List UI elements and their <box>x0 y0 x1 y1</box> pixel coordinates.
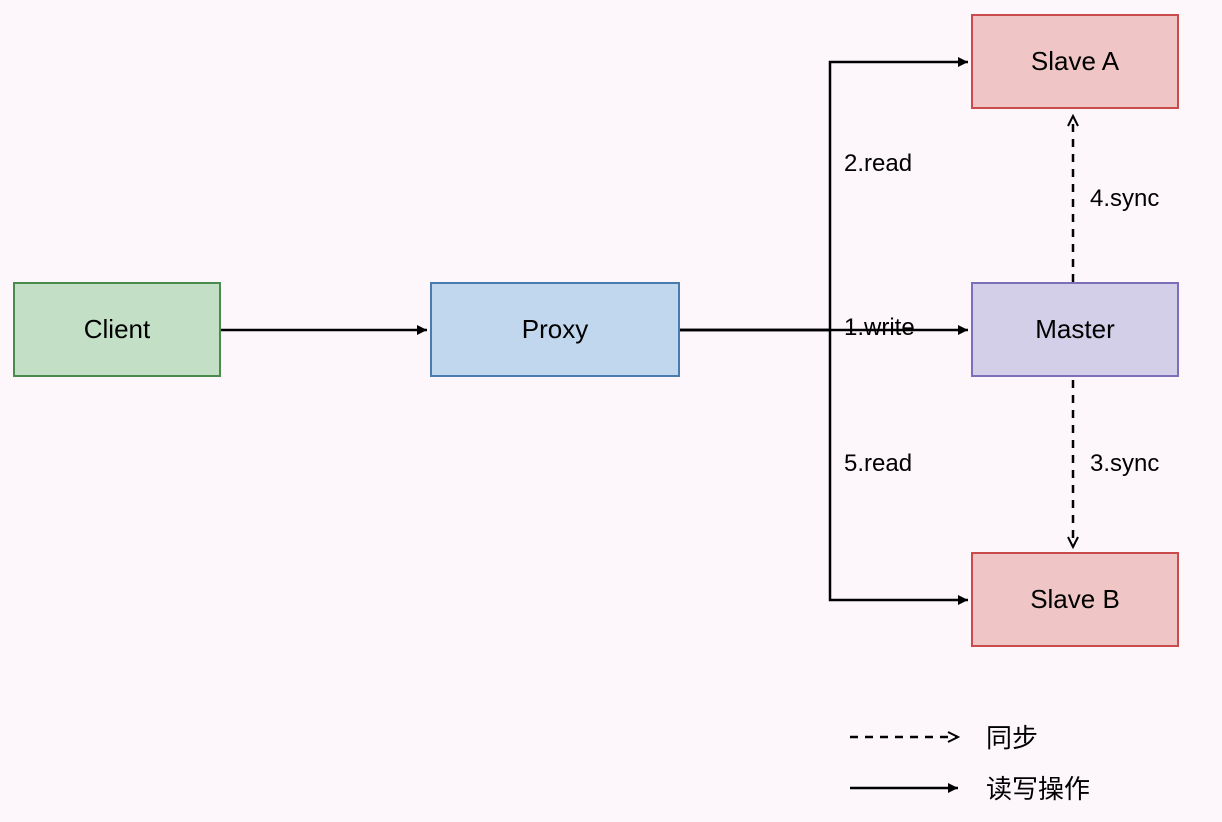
edge-label-write: 1.write <box>844 314 915 342</box>
edge-label-sync-a: 4.sync <box>1090 185 1159 213</box>
edge-proxy-slaveb <box>680 330 968 600</box>
node-client: Client <box>13 282 221 377</box>
legend-row-sync: 同步 <box>848 718 1090 755</box>
node-slave-b: Slave B <box>971 552 1179 647</box>
legend-text-rw: 读写操作 <box>986 769 1090 806</box>
edge-label-sync-b: 3.sync <box>1090 450 1159 478</box>
legend-line-solid <box>848 778 968 798</box>
node-master: Master <box>971 282 1179 377</box>
node-proxy-label: Proxy <box>522 314 588 345</box>
edge-proxy-slavea <box>680 62 968 330</box>
node-client-label: Client <box>84 314 150 345</box>
edge-label-read-a: 2.read <box>844 150 912 178</box>
node-slave-a-label: Slave A <box>1031 46 1119 77</box>
diagram-canvas: Client Proxy Master Slave A Slave B 1.wr… <box>0 0 1222 822</box>
legend-text-sync: 同步 <box>986 718 1038 755</box>
node-proxy: Proxy <box>430 282 680 377</box>
edge-label-read-b: 5.read <box>844 450 912 478</box>
legend: 同步 读写操作 <box>848 718 1090 820</box>
node-slave-b-label: Slave B <box>1030 584 1120 615</box>
node-master-label: Master <box>1035 314 1114 345</box>
legend-line-dashed <box>848 727 968 747</box>
node-slave-a: Slave A <box>971 14 1179 109</box>
legend-row-rw: 读写操作 <box>848 769 1090 806</box>
connector-layer <box>0 0 1222 822</box>
